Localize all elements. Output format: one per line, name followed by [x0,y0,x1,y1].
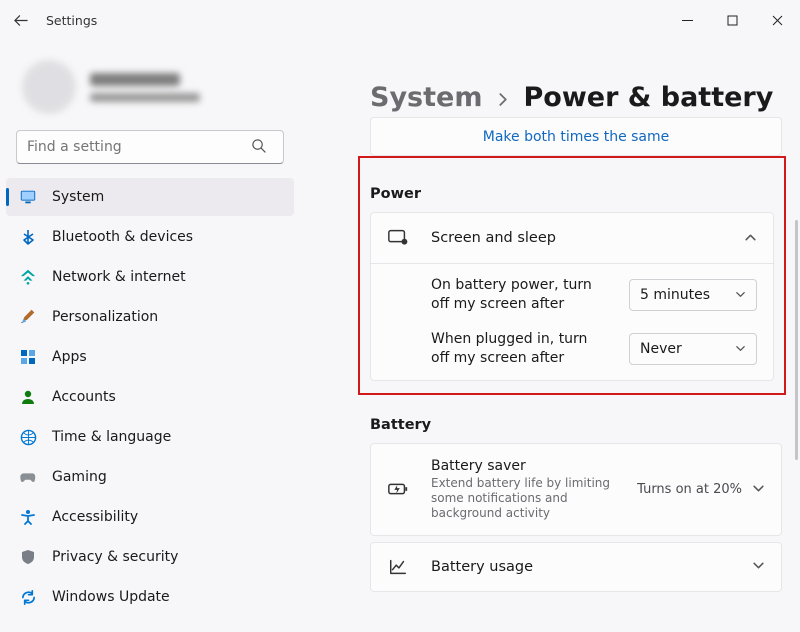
nav-apps[interactable]: Apps [6,338,294,376]
nav-accessibility[interactable]: Accessibility [6,498,294,536]
chevron-down-icon [752,557,765,576]
gamepad-icon [18,467,38,487]
battery-screen-select[interactable]: 5 minutes [629,279,757,311]
chevron-down-icon [752,480,765,499]
search-box [16,130,284,164]
nav-label: System [52,189,104,205]
nav-label: Windows Update [52,589,170,605]
battery-saver-title: Battery saver [431,458,637,474]
shield-icon [18,547,38,567]
wifi-icon [18,267,38,287]
highlight-annotation: Power Screen and sleep On battery power,… [358,156,786,395]
nav-label: Apps [52,349,87,365]
select-value: Never [640,341,682,357]
nav-label: Personalization [52,309,158,325]
nav-bluetooth[interactable]: Bluetooth & devices [6,218,294,256]
battery-saver-card: Battery saver Extend battery life by lim… [370,443,782,536]
battery-saver-subtitle: Extend battery life by limiting some not… [431,476,637,521]
nav-label: Privacy & security [52,549,178,565]
nav-windows-update[interactable]: Windows Update [6,578,294,616]
nav-personalization[interactable]: Personalization [6,298,294,336]
avatar [22,60,76,114]
nav-label: Network & internet [52,269,186,285]
minimize-icon [682,15,693,26]
minimize-button[interactable] [665,4,710,36]
nav-label: Bluetooth & devices [52,229,193,245]
breadcrumb-parent[interactable]: System [370,82,482,113]
globe-clock-icon [18,427,38,447]
arrow-left-icon [13,13,28,28]
screen-sleep-header[interactable]: Screen and sleep [371,213,773,264]
battery-saver-header[interactable]: Battery saver Extend battery life by lim… [371,444,781,535]
nav-time-language[interactable]: Time & language [6,418,294,456]
close-icon [772,15,783,26]
account-block[interactable] [0,54,300,126]
monitor-icon [18,187,38,207]
apps-icon [18,347,38,367]
person-icon [18,387,38,407]
nav-label: Accounts [52,389,116,405]
chevron-up-icon [744,229,757,248]
search-input[interactable] [16,130,284,164]
plugged-screen-select[interactable]: Never [629,333,757,365]
screen-sleep-icon [387,227,409,249]
nav-network[interactable]: Network & internet [6,258,294,296]
brush-icon [18,307,38,327]
vertical-scrollbar[interactable] [795,220,798,460]
breadcrumb: System Power & battery [300,40,782,113]
make-both-times-link[interactable]: Make both times the same [483,129,670,145]
account-email [90,93,200,102]
chevron-right-icon [496,91,509,110]
chevron-down-icon [735,289,746,300]
chevron-down-icon [735,343,746,354]
plugged-screen-label: When plugged in, turn off my screen afte… [431,330,629,368]
accessibility-icon [18,507,38,527]
battery-usage-header[interactable]: Battery usage [371,543,781,591]
nav-gaming[interactable]: Gaming [6,458,294,496]
screen-sleep-title: Screen and sleep [431,230,744,246]
close-button[interactable] [755,4,800,36]
nav-label: Time & language [52,429,171,445]
breadcrumb-current: Power & battery [523,82,773,113]
battery-screen-label: On battery power, turn off my screen aft… [431,276,629,314]
plugged-screen-row: When plugged in, turn off my screen afte… [371,326,773,380]
battery-saver-value: Turns on at 20% [637,482,742,497]
chart-icon [387,557,409,577]
maximize-button[interactable] [710,4,755,36]
content-pane: System Power & battery Make both times t… [300,40,800,632]
nav-system[interactable]: System [6,178,294,216]
nav-label: Accessibility [52,509,138,525]
match-times-card: Make both times the same [370,117,782,156]
window-title: Settings [46,13,97,28]
back-button[interactable] [0,0,40,40]
battery-usage-card: Battery usage [370,542,782,592]
battery-usage-title: Battery usage [431,559,752,575]
battery-saver-icon [387,478,409,500]
sync-icon [18,587,38,607]
maximize-icon [727,15,738,26]
nav-accounts[interactable]: Accounts [6,378,294,416]
battery-section-title: Battery [370,417,782,433]
battery-screen-row: On battery power, turn off my screen aft… [371,264,773,326]
select-value: 5 minutes [640,287,710,303]
screen-sleep-card: Screen and sleep On battery power, turn … [370,212,774,381]
window-controls [665,4,800,36]
nav-list: System Bluetooth & devices Network & int… [0,176,300,616]
account-name [90,73,180,86]
bluetooth-icon [18,227,38,247]
title-bar: Settings [0,0,800,40]
nav-privacy-security[interactable]: Privacy & security [6,538,294,576]
sidebar: System Bluetooth & devices Network & int… [0,40,300,632]
nav-label: Gaming [52,469,107,485]
power-section-title: Power [370,186,774,202]
